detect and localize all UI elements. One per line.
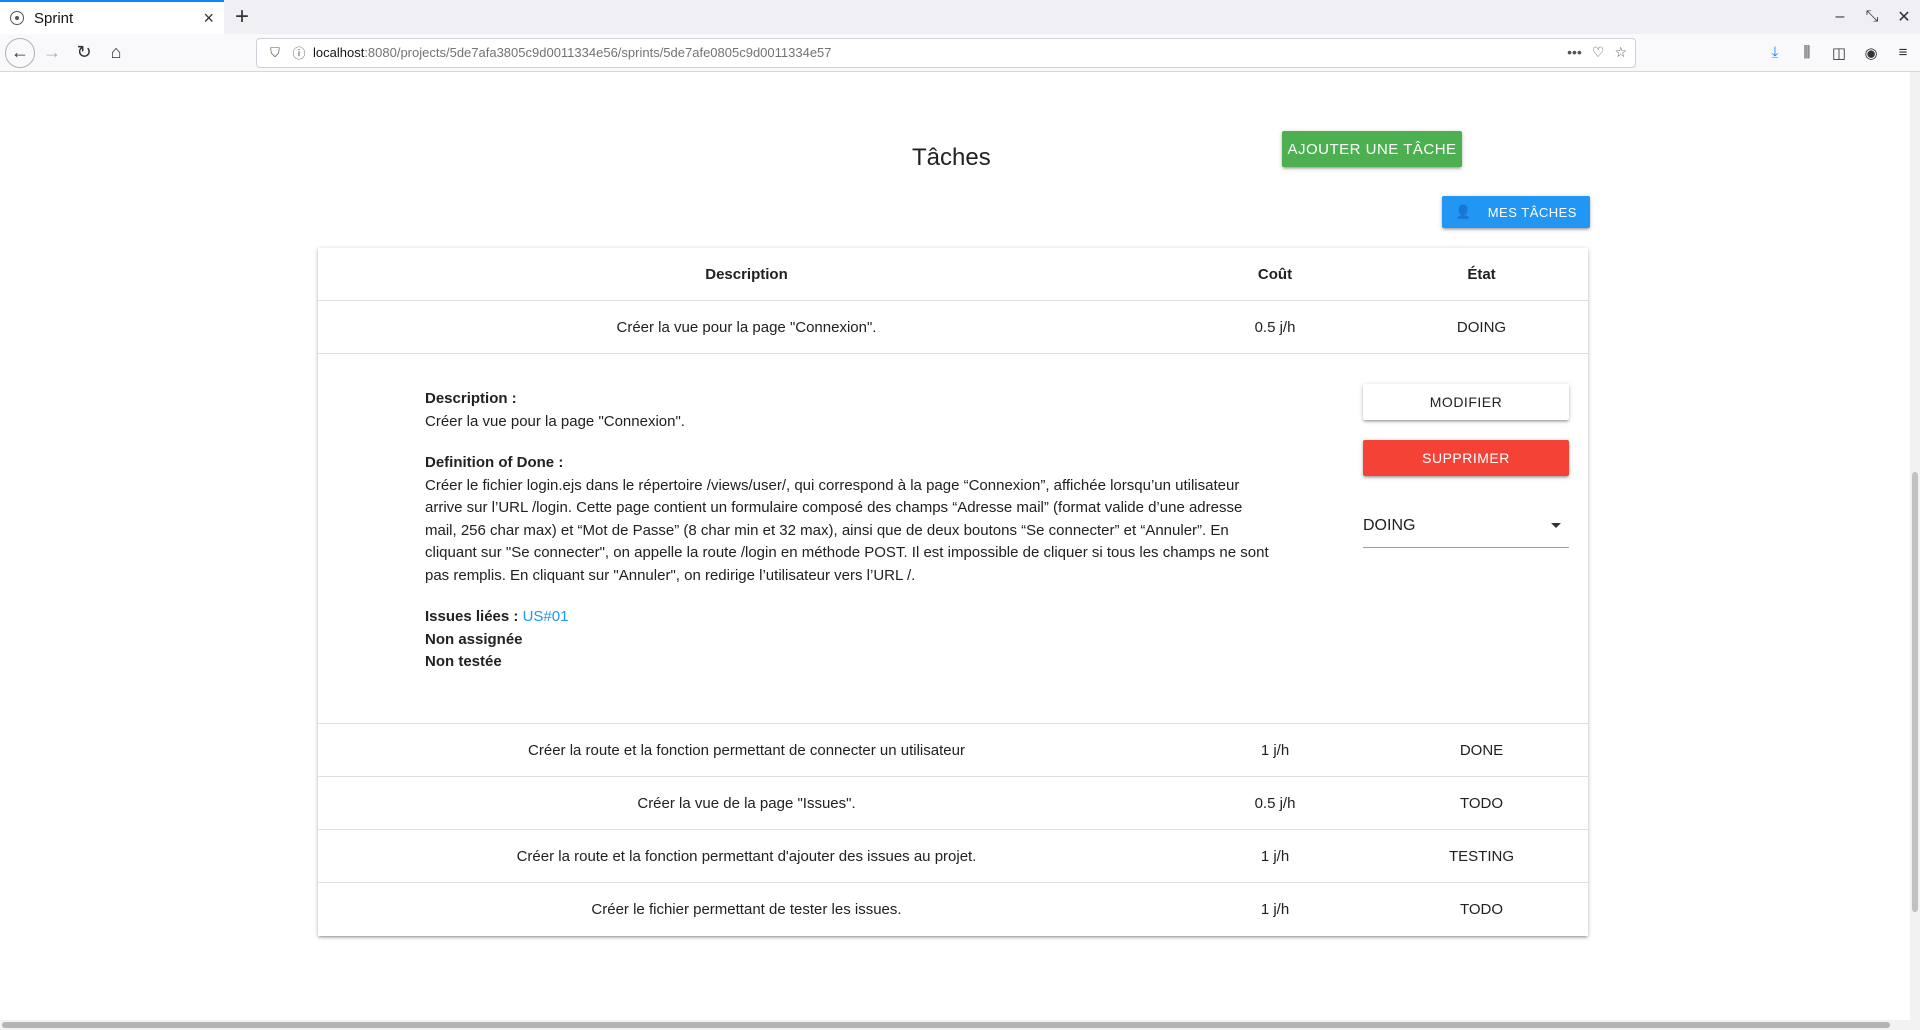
dod-label: Definition of Done : xyxy=(425,454,564,471)
dod-line: mail, 256 char max) et “Mot de Passe” (8… xyxy=(425,521,1229,539)
library-icon[interactable]: ⫼ xyxy=(1794,44,1820,62)
task-description: Créer le fichier permettant de tester le… xyxy=(591,901,902,918)
navigation-bar: ← → ↻ ⌂ ⛉ ⓘ localhost:8080/projects/5de7… xyxy=(0,34,1920,72)
column-header-state: État xyxy=(1467,265,1496,283)
person-icon: 👤 xyxy=(1455,204,1472,219)
page-title: Tâches xyxy=(912,144,991,171)
page-content: Tâches AJOUTER UNE TÂCHE 👤 MES TÂCHES De… xyxy=(0,72,1920,1030)
assignment-status: Non assignée xyxy=(425,630,523,648)
close-window-icon[interactable]: ✕ xyxy=(1888,0,1920,34)
task-state: DONE xyxy=(1459,741,1504,759)
add-task-button[interactable]: AJOUTER UNE TÂCHE xyxy=(1282,131,1462,167)
issues-label: Issues liées : xyxy=(425,608,519,625)
window-controls: – ⤡ ✕ xyxy=(1824,0,1920,34)
back-arrow-icon: ← xyxy=(5,37,35,68)
url-path: :8080/projects/5de7afa3805c9d0011334e56/… xyxy=(364,45,832,60)
sidebar-icon[interactable]: ◫ xyxy=(1826,44,1852,62)
url-bar[interactable]: ⛉ ⓘ localhost:8080/projects/5de7afa3805c… xyxy=(256,37,1636,68)
tasks-table: Description Coût État Créer la vue pour … xyxy=(318,248,1588,936)
dod-line: pas remplis. En cliquant sur "Annuler", … xyxy=(425,566,916,584)
reload-icon: ↻ xyxy=(76,42,92,62)
task-state: TODO xyxy=(1459,901,1504,918)
minimize-icon[interactable]: – xyxy=(1824,0,1856,34)
table-header: Description Coût État xyxy=(318,248,1588,301)
bookmark-star-icon[interactable]: ☆ xyxy=(1614,44,1627,61)
home-button[interactable]: ⌂ xyxy=(100,37,132,69)
test-status: Non testée xyxy=(425,653,502,670)
dropdown-caret-icon xyxy=(1551,523,1561,528)
table-row[interactable]: Créer la vue pour la page "Connexion". 0… xyxy=(318,301,1588,354)
task-description: Créer la vue pour la page "Connexion". xyxy=(616,318,877,336)
task-cost: 1 j/h xyxy=(1260,847,1290,865)
dod-line: Créer le fichier login.ejs dans le réper… xyxy=(425,476,1240,494)
task-cost: 1 j/h xyxy=(1260,901,1290,918)
dod-line: arrive sur l’URL /login. Cette page cont… xyxy=(425,499,1243,516)
new-tab-icon[interactable]: + xyxy=(224,0,260,34)
vertical-scroll-thumb[interactable] xyxy=(1912,472,1918,912)
task-description: Créer la vue de la page "Issues". xyxy=(637,794,856,812)
task-cost: 0.5 j/h xyxy=(1254,318,1296,336)
description-text: Créer la vue pour la page "Connexion". xyxy=(425,412,685,430)
column-header-description: Description xyxy=(705,265,788,283)
tab-close-icon[interactable]: × xyxy=(203,9,214,27)
edit-button[interactable]: MODIFIER xyxy=(1363,384,1569,420)
tab-favicon-icon xyxy=(10,11,24,25)
column-header-cost: Coût xyxy=(1257,265,1293,283)
home-icon: ⌂ xyxy=(110,42,122,62)
table-row[interactable]: Créer le fichier permettant de tester le… xyxy=(318,883,1588,936)
task-cost: 0.5 j/h xyxy=(1254,794,1296,812)
state-select[interactable]: DOING xyxy=(1363,504,1569,548)
my-tasks-label: MES TÂCHES xyxy=(1487,204,1577,220)
task-state: DOING xyxy=(1456,318,1507,336)
task-description: Créer la route et la fonction permettant… xyxy=(516,847,977,865)
tab-bar: Sprint × + – ⤡ ✕ xyxy=(0,0,1920,34)
reload-button[interactable]: ↻ xyxy=(68,37,100,69)
task-state: TESTING xyxy=(1448,847,1514,865)
shield-icon[interactable]: ⛉ xyxy=(265,45,285,61)
url-host: localhost xyxy=(313,45,365,60)
task-detail-info: Description : Créer la vue pour la page … xyxy=(425,388,1285,674)
tab-title: Sprint xyxy=(34,9,74,27)
horizontal-scrollbar[interactable] xyxy=(0,1020,1910,1030)
table-row[interactable]: Créer la vue de la page "Issues". 0.5 j/… xyxy=(318,777,1588,830)
linked-issues: Issues liées : US#01 xyxy=(425,606,1285,629)
horizontal-scroll-thumb[interactable] xyxy=(2,1022,1890,1028)
info-icon[interactable]: ⓘ xyxy=(289,43,309,62)
task-cost: 1 j/h xyxy=(1260,741,1290,759)
account-icon[interactable]: ◉ xyxy=(1858,44,1884,62)
download-icon[interactable]: ⤓ xyxy=(1762,44,1788,62)
browser-tab[interactable]: Sprint × xyxy=(0,0,224,34)
task-description: Créer la route et la fonction permettant… xyxy=(528,741,965,759)
toolbar-icons: ⤓ ⫼ ◫ ◉ ≡ xyxy=(1762,44,1916,62)
delete-button[interactable]: SUPPRIMER xyxy=(1363,440,1569,476)
dod-line: cliquant sur "Se connecter", on appelle … xyxy=(425,544,1269,561)
page-actions-icon[interactable]: ••• xyxy=(1567,44,1582,61)
my-tasks-button[interactable]: 👤 MES TÂCHES xyxy=(1442,196,1590,228)
forward-button[interactable]: → xyxy=(36,37,68,69)
vertical-scrollbar[interactable] xyxy=(1910,72,1920,1030)
menu-icon[interactable]: ≡ xyxy=(1890,44,1916,62)
table-row[interactable]: Créer la route et la fonction permettant… xyxy=(318,830,1588,883)
issue-link[interactable]: US#01 xyxy=(523,608,569,625)
task-state: TODO xyxy=(1459,794,1504,812)
back-button[interactable]: ← xyxy=(4,37,36,69)
pocket-icon[interactable]: ♡ xyxy=(1592,44,1605,61)
description-label: Description : xyxy=(425,390,517,407)
state-select-value: DOING xyxy=(1363,516,1416,534)
restore-icon[interactable]: ⤡ xyxy=(1856,0,1888,34)
forward-arrow-icon: → xyxy=(43,42,61,62)
table-row[interactable]: Créer la route et la fonction permettant… xyxy=(318,724,1588,777)
task-detail-panel: Description : Créer la vue pour la page … xyxy=(318,354,1588,724)
